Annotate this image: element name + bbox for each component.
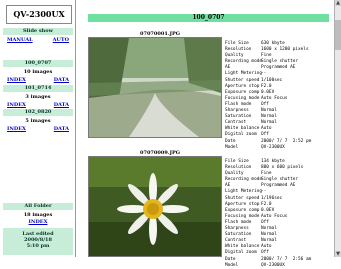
photo-metadata-2: File Size 134 kbyte Resolution 800 x 600 p… [225,159,330,269]
folder-links: INDEX DATA [3,77,73,83]
scroll-thumb[interactable] [335,20,341,50]
folder-band: 102_0820 [3,109,73,116]
last-edited-time: 5:10 pm [26,243,50,249]
all-folder-index-link[interactable]: INDEX [29,219,48,225]
daisy-flower-image [89,157,221,256]
photo-metadata-1: File Size 630 kbyte Resolution 1600 x 1200… [225,41,330,151]
auto-link[interactable]: AUTO [53,37,69,43]
all-folder-name: All Folder [24,203,52,209]
data-link[interactable]: DATA [54,77,69,83]
slideshow-links: MANUAL AUTO [3,37,73,43]
meta-key: Model [225,262,239,268]
slideshow-band: Slide show [3,28,73,35]
main-content: 100_0707 07070001.JPG File Size 630 kbyte… [78,0,332,268]
camera-model-title: QV-2300UX [6,5,72,24]
meta-value: QV-2300UX [261,144,285,150]
folder-image-count: 5 images [25,118,51,124]
scroll-up-icon[interactable]: ▲ [335,0,341,6]
folder-links: INDEX DATA [3,126,73,132]
meta-key: Model [225,144,239,150]
folder-band: 101_0714 [3,85,73,92]
last-edited-band: Last edited 2000/8/18 5:10 pm [3,228,73,255]
all-folder-band: All Folder [3,203,73,210]
slideshow-label: Slide show [23,28,53,34]
folder-links: INDEX DATA [3,102,73,108]
folder-band: 100_0707 [3,60,73,67]
sidebar: QV-2300UX Slide show MANUAL AUTO 100_070… [0,0,76,257]
data-link[interactable]: DATA [54,126,69,132]
folder-image-count: 3 images [25,94,51,100]
data-link[interactable]: DATA [54,102,69,108]
all-folder-links: INDEX [3,219,73,225]
folder-header: 100_0707 [88,14,329,22]
folder-name: 101_0714 [24,85,52,91]
meta-value: QV-2300UX [261,262,285,268]
photo-thumbnail-1[interactable] [88,37,222,138]
all-folder-image-count: 18 images [23,212,53,218]
photo-thumbnail-2[interactable] [88,156,222,257]
folder-name: 102_0820 [24,109,52,115]
index-link[interactable]: INDEX [7,77,26,83]
index-link[interactable]: INDEX [7,102,26,108]
vertical-scrollbar[interactable]: ▲ ▼ [334,0,341,257]
folder-image-count: 10 images [23,69,53,75]
scroll-down-icon[interactable]: ▼ [335,251,341,257]
park-path-image [89,38,221,137]
folder-name: 100_0707 [24,60,52,66]
index-link[interactable]: INDEX [7,126,26,132]
manual-link[interactable]: MANUAL [7,37,33,43]
